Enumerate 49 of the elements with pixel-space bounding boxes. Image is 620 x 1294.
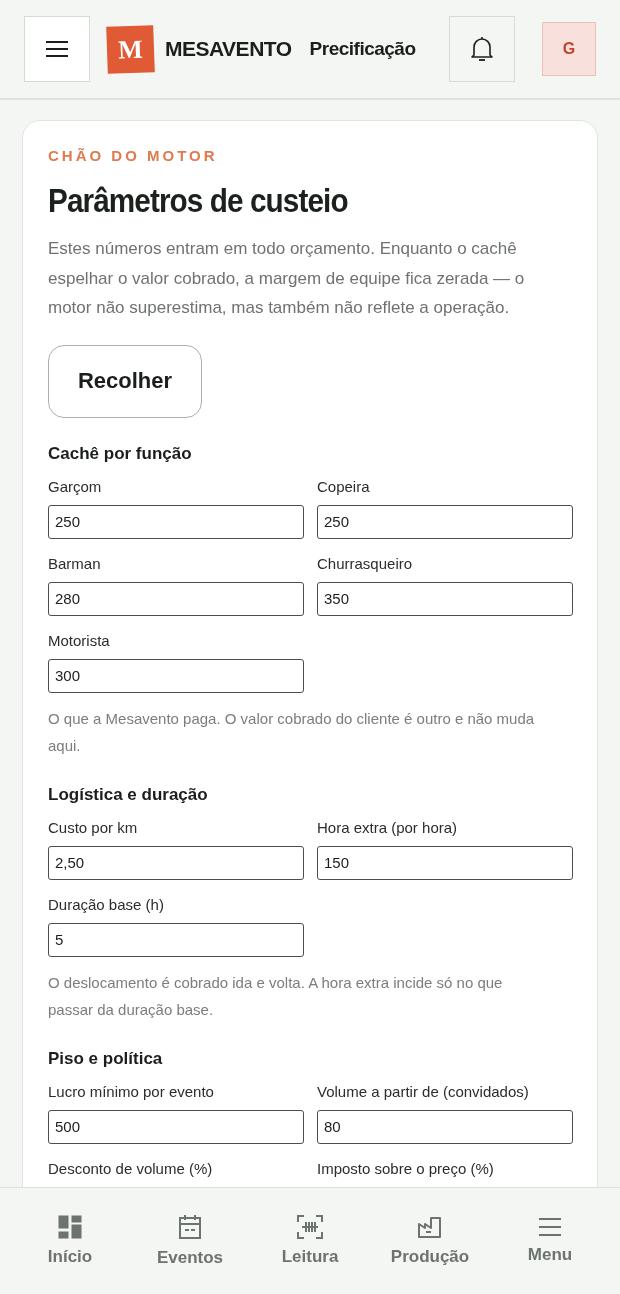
nav-tab[interactable]: Leitura bbox=[255, 1188, 365, 1294]
field-label: Volume a partir de (convidados) bbox=[317, 1082, 530, 1100]
section-title: Cachê por função bbox=[48, 443, 193, 464]
field-label: Copeira bbox=[317, 477, 371, 495]
field-label: Lucro mínimo por evento bbox=[48, 1082, 215, 1100]
barcode-scan-icon bbox=[297, 1215, 323, 1239]
dashboard-icon bbox=[58, 1215, 82, 1239]
brand-name: MESAVENTO bbox=[165, 37, 292, 61]
intro-text: Estes números entram em todo orçamento. Enquanto o cachê espelhar o valor cobrado, a margem de equipe fica zerada — o motor não superestima, mas também não reflete a operação. bbox=[48, 238, 526, 319]
field-label: Custo por km bbox=[48, 818, 139, 836]
nav-tab[interactable]: Eventos bbox=[135, 1188, 245, 1294]
logo-mark: M bbox=[106, 24, 155, 74]
field-label: Churrasqueiro bbox=[317, 554, 414, 572]
nav-tab[interactable]: Produção bbox=[375, 1188, 485, 1294]
section-title: Logística e duração bbox=[48, 784, 209, 805]
field-label: Motorista bbox=[48, 631, 111, 649]
factory-icon bbox=[417, 1215, 443, 1239]
nav-tab[interactable]: Menu bbox=[495, 1188, 605, 1294]
avatar-button[interactable]: G bbox=[542, 22, 596, 76]
input-field[interactable]: 500 bbox=[48, 1109, 304, 1144]
notifications-button[interactable] bbox=[449, 16, 515, 82]
help-text: O que a Mesavento paga. O valor cobrado do cliente é outro e não muda aqui. bbox=[48, 708, 536, 756]
input-field[interactable]: 5 bbox=[48, 922, 304, 957]
nav-tab[interactable]: Início bbox=[15, 1188, 125, 1294]
input-field[interactable]: 250 bbox=[48, 504, 304, 539]
input-field[interactable]: 350 bbox=[317, 581, 573, 616]
collapse-button[interactable]: Recolher bbox=[48, 344, 202, 418]
input-field[interactable]: 300 bbox=[48, 658, 304, 693]
field-label: Duração base (h) bbox=[48, 895, 165, 913]
input-field[interactable]: 150 bbox=[317, 845, 573, 880]
calendar-icon bbox=[178, 1214, 202, 1240]
field-label: Garçom bbox=[48, 477, 103, 495]
input-field[interactable]: 280 bbox=[48, 581, 304, 616]
section-title: Piso e política bbox=[48, 1048, 164, 1069]
menu-icon bbox=[538, 1217, 562, 1237]
eyebrow-label: CHÃO DO MOTOR bbox=[48, 147, 219, 164]
field-label: Imposto sobre o preço (%) bbox=[317, 1159, 495, 1177]
field-label: Hora extra (por hora) bbox=[317, 818, 459, 836]
page-title: Precificação bbox=[309, 38, 416, 60]
input-field[interactable]: 2,50 bbox=[48, 845, 304, 880]
card-title: Parâmetros de custeio bbox=[48, 182, 349, 220]
menu-icon bbox=[45, 40, 69, 58]
bell-icon bbox=[470, 36, 494, 62]
help-text: O deslocamento é cobrado ida e volta. A hora extra incide só no que passar da duração base. bbox=[48, 972, 504, 1020]
field-label: Desconto de volume (%) bbox=[48, 1159, 214, 1177]
menu-button[interactable] bbox=[24, 16, 90, 82]
field-label: Barman bbox=[48, 554, 102, 572]
input-field[interactable]: 250 bbox=[317, 504, 573, 539]
input-field[interactable]: 80 bbox=[317, 1109, 573, 1144]
